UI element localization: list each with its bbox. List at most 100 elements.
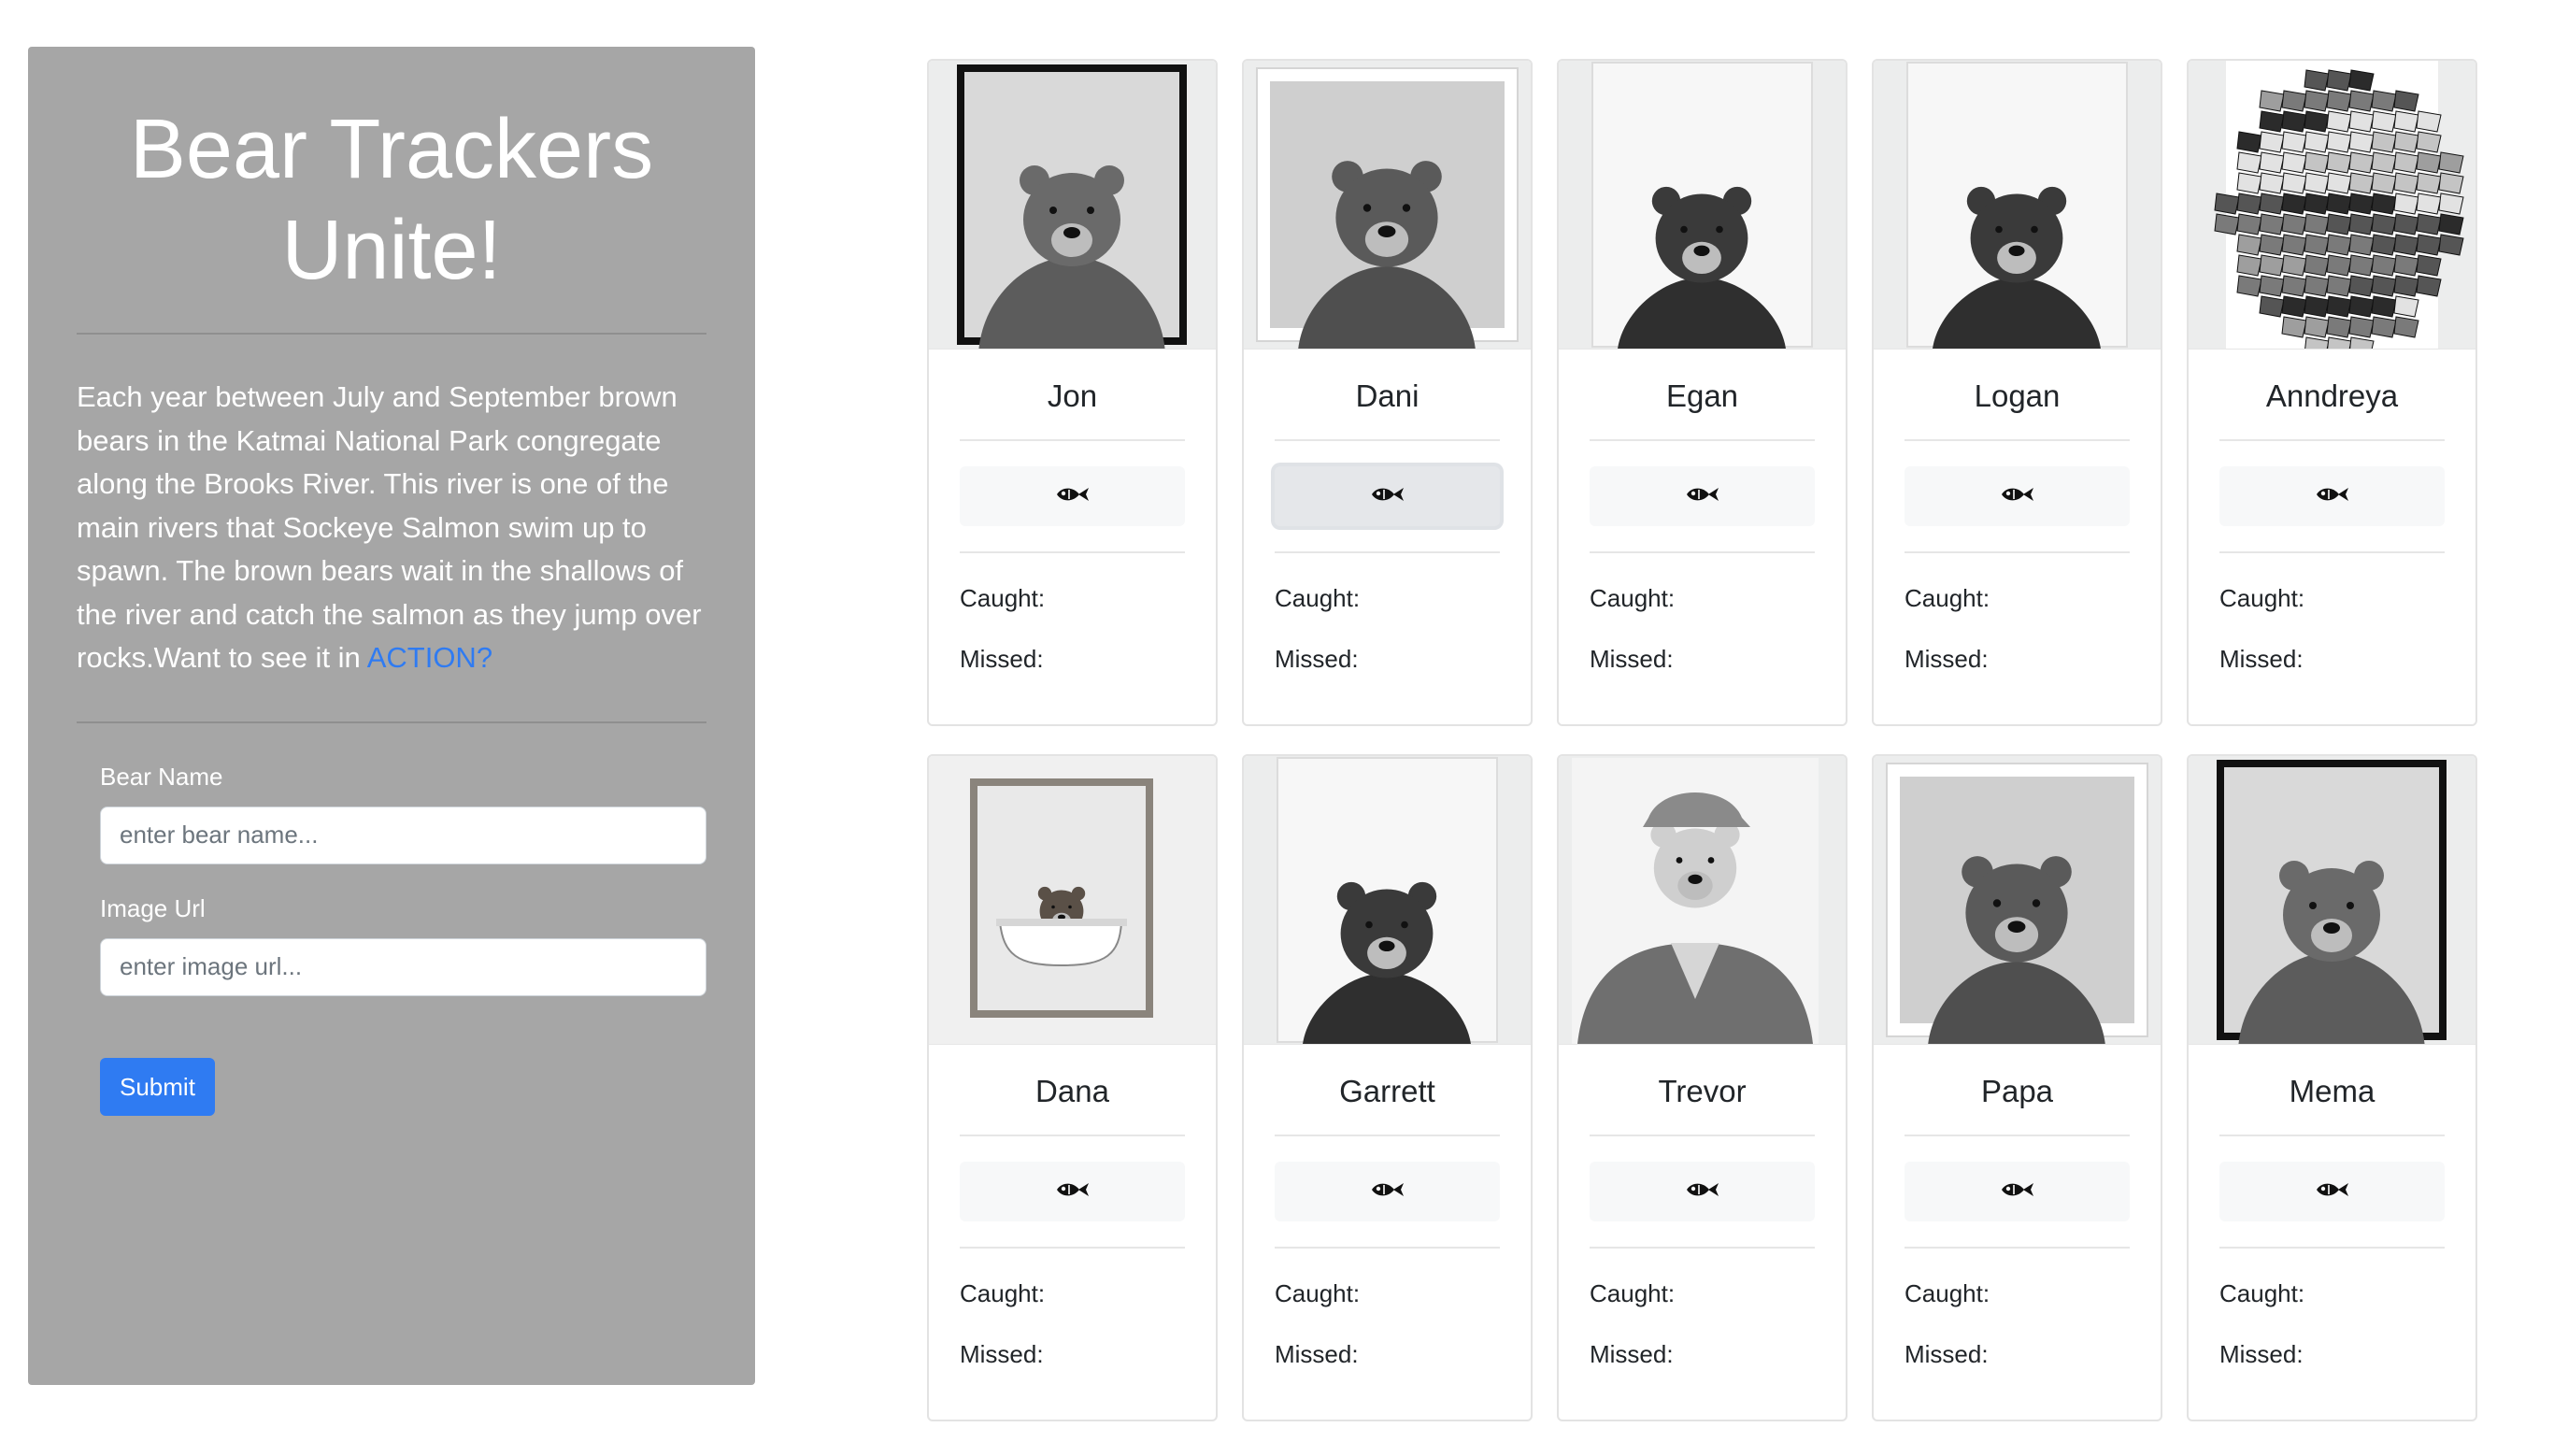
bear-name: Trevor xyxy=(1658,1074,1747,1108)
catch-fish-button[interactable] xyxy=(2219,1162,2445,1221)
missed-stat: Missed: xyxy=(1905,1340,1989,1368)
bear-card-grid: Jon Caught: Missed: Dani Caught: Missed:… xyxy=(927,59,2477,1421)
bear-name: Dana xyxy=(1035,1074,1109,1108)
caught-stat: Caught: xyxy=(1275,1279,1361,1307)
bear-name: Garrett xyxy=(1339,1074,1435,1108)
missed-stat: Missed: xyxy=(1905,645,1989,673)
divider xyxy=(1275,1247,1500,1249)
divider xyxy=(960,1247,1185,1249)
catch-fish-button[interactable] xyxy=(1905,466,2130,526)
divider xyxy=(2219,551,2445,553)
bear-name: Papa xyxy=(1980,1074,2054,1108)
bear-name-label: Bear Name xyxy=(100,762,223,791)
add-bear-form: Bear Name Image Url Submit xyxy=(77,763,706,1116)
divider xyxy=(1275,1135,1500,1136)
page-title: Bear Trackers Unite! xyxy=(129,103,654,297)
caught-stat: Caught: xyxy=(960,584,1046,612)
caught-stat: Caught: xyxy=(960,1279,1046,1307)
divider xyxy=(77,721,706,723)
action-link[interactable]: ACTION? xyxy=(367,641,492,674)
caught-stat: Caught: xyxy=(1590,1279,1676,1307)
divider xyxy=(1590,1135,1815,1136)
divider xyxy=(1590,1247,1815,1249)
submit-button[interactable]: Submit xyxy=(100,1057,215,1116)
fish-icon xyxy=(2315,485,2350,508)
divider xyxy=(77,333,706,335)
divider xyxy=(1905,439,2130,441)
bear-photo xyxy=(2189,756,2475,1045)
catch-fish-button[interactable] xyxy=(1275,1162,1500,1221)
intro-text: Each year between July and September bro… xyxy=(77,380,702,674)
bear-photo xyxy=(929,756,1216,1045)
divider xyxy=(960,439,1185,441)
bear-name-input[interactable] xyxy=(100,806,706,864)
missed-stat: Missed: xyxy=(960,645,1044,673)
divider xyxy=(1905,1135,2130,1136)
bear-photo xyxy=(2189,61,2475,350)
catch-fish-button[interactable] xyxy=(960,1162,1185,1221)
divider xyxy=(2219,1135,2445,1136)
bear-photo xyxy=(1874,756,2161,1045)
missed-stat: Missed: xyxy=(2219,1340,2304,1368)
bear-photo xyxy=(929,61,1216,350)
bear-name: Mema xyxy=(2289,1074,2375,1108)
divider xyxy=(1275,439,1500,441)
catch-fish-button[interactable] xyxy=(2219,466,2445,526)
fish-icon xyxy=(1685,1180,1720,1204)
catch-fish-button[interactable] xyxy=(1590,1162,1815,1221)
divider xyxy=(960,1135,1185,1136)
catch-fish-button[interactable] xyxy=(1275,466,1500,526)
caught-stat: Caught: xyxy=(1905,1279,1990,1307)
caught-stat: Caught: xyxy=(1905,584,1990,612)
fish-icon xyxy=(1685,485,1720,508)
bear-name: Egan xyxy=(1665,378,1739,413)
intro-paragraph: Each year between July and September bro… xyxy=(77,376,706,680)
missed-stat: Missed: xyxy=(2219,645,2304,673)
fish-icon xyxy=(2315,1180,2350,1204)
missed-stat: Missed: xyxy=(960,1340,1044,1368)
bear-photo xyxy=(1874,61,2161,350)
bear-card: Dana Caught: Missed: xyxy=(927,754,1218,1421)
sidebar-panel: Bear Trackers Unite! Each year between J… xyxy=(28,47,755,1385)
fish-icon xyxy=(2000,1180,2035,1204)
bear-card: Garrett Caught: Missed: xyxy=(1242,754,1533,1421)
missed-stat: Missed: xyxy=(1590,645,1674,673)
bear-card: Anndreya Caught: Missed: xyxy=(2187,59,2477,726)
bear-card: Logan Caught: Missed: xyxy=(1872,59,2162,726)
divider xyxy=(2219,1247,2445,1249)
divider xyxy=(1905,1247,2130,1249)
bear-card: Mema Caught: Missed: xyxy=(2187,754,2477,1421)
bear-photo xyxy=(1559,756,1846,1045)
caught-stat: Caught: xyxy=(2219,1279,2305,1307)
image-url-input[interactable] xyxy=(100,937,706,996)
caught-stat: Caught: xyxy=(1590,584,1676,612)
divider xyxy=(2219,439,2445,441)
bear-name: Jon xyxy=(1047,378,1098,413)
bear-name: Logan xyxy=(1974,378,2061,413)
bear-name: Anndreya xyxy=(2265,378,2399,413)
bear-card: Dani Caught: Missed: xyxy=(1242,59,1533,726)
divider xyxy=(1905,551,2130,553)
catch-fish-button[interactable] xyxy=(1590,466,1815,526)
divider xyxy=(1275,551,1500,553)
divider xyxy=(960,551,1185,553)
divider xyxy=(1590,439,1815,441)
missed-stat: Missed: xyxy=(1275,645,1359,673)
bear-name: Dani xyxy=(1355,378,1420,413)
bear-card: Egan Caught: Missed: xyxy=(1557,59,1848,726)
missed-stat: Missed: xyxy=(1275,1340,1359,1368)
bear-photo xyxy=(1244,61,1531,350)
fish-icon xyxy=(1370,1180,1405,1204)
bear-photo xyxy=(1244,756,1531,1045)
fish-icon xyxy=(1055,485,1091,508)
missed-stat: Missed: xyxy=(1590,1340,1674,1368)
catch-fish-button[interactable] xyxy=(960,466,1185,526)
bear-card: Trevor Caught: Missed: xyxy=(1557,754,1848,1421)
fish-icon xyxy=(1370,485,1405,508)
catch-fish-button[interactable] xyxy=(1905,1162,2130,1221)
divider xyxy=(1590,551,1815,553)
bear-card: Papa Caught: Missed: xyxy=(1872,754,2162,1421)
caught-stat: Caught: xyxy=(2219,584,2305,612)
image-url-label: Image Url xyxy=(100,893,206,922)
caught-stat: Caught: xyxy=(1275,584,1361,612)
